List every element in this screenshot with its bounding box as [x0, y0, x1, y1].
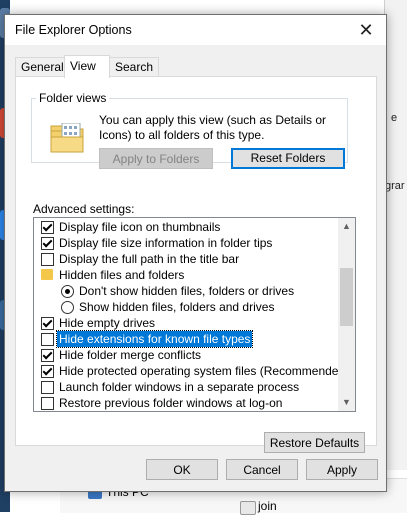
- restore-defaults-button[interactable]: Restore Defaults: [264, 432, 365, 453]
- vertical-scrollbar[interactable]: ▲ ▼: [338, 218, 355, 411]
- file-item-join[interactable]: join: [258, 499, 277, 513]
- ok-button[interactable]: OK: [146, 459, 218, 480]
- close-icon[interactable]: ✕: [346, 15, 386, 45]
- setting-checkbox[interactable]: [41, 381, 54, 394]
- folder-views-group: Folder views You can apply this view (su…: [31, 91, 348, 169]
- setting-row[interactable]: Hidden files and folders: [34, 267, 338, 283]
- setting-radio[interactable]: [61, 285, 74, 298]
- tab-view[interactable]: View: [64, 55, 110, 78]
- setting-checkbox[interactable]: [41, 317, 54, 330]
- tab-search[interactable]: Search: [109, 57, 160, 76]
- setting-row[interactable]: Display the full path in the title bar: [34, 251, 338, 267]
- setting-label: Hide extensions for known file types: [55, 330, 254, 348]
- background-text: grar: [385, 180, 405, 192]
- scroll-up-icon[interactable]: ▲: [338, 218, 355, 235]
- setting-row[interactable]: Display file size information in folder …: [34, 235, 338, 251]
- setting-row[interactable]: Hide folder merge conflicts: [34, 347, 338, 363]
- setting-checkbox[interactable]: [41, 349, 54, 362]
- setting-label: Don't show hidden files, folders or driv…: [79, 284, 295, 298]
- apply-button[interactable]: Apply: [306, 459, 378, 480]
- setting-row[interactable]: Restore previous folder windows at log-o…: [34, 395, 338, 411]
- setting-row[interactable]: Don't show hidden files, folders or driv…: [34, 283, 338, 299]
- scroll-thumb[interactable]: [340, 268, 353, 326]
- setting-row[interactable]: Hide empty drives: [34, 315, 338, 331]
- scroll-down-icon[interactable]: ▼: [338, 394, 355, 411]
- setting-label: Hidden files and folders: [59, 268, 185, 282]
- folder-icon: [41, 269, 53, 280]
- setting-label: Display the full path in the title bar: [59, 252, 240, 266]
- setting-checkbox[interactable]: [41, 397, 54, 410]
- reset-folders-button[interactable]: Reset Folders: [231, 148, 345, 169]
- apply-to-folders-button[interactable]: Apply to Folders: [99, 148, 213, 169]
- advanced-settings-rows: Display file icon on thumbnails Display f…: [34, 219, 349, 411]
- setting-checkbox[interactable]: [41, 365, 54, 378]
- setting-row[interactable]: Hide extensions for known file types: [34, 330, 338, 348]
- setting-label: Restore previous folder windows at log-o…: [59, 396, 283, 410]
- setting-row[interactable]: Launch folder windows in a separate proc…: [34, 379, 338, 395]
- file-icon: [240, 501, 256, 515]
- setting-checkbox[interactable]: [41, 221, 54, 234]
- setting-row[interactable]: Hide protected operating system files (R…: [34, 363, 349, 379]
- setting-label: Hide protected operating system files (R…: [59, 364, 350, 378]
- setting-checkbox[interactable]: [41, 253, 54, 266]
- cancel-button[interactable]: Cancel: [226, 459, 298, 480]
- folder-view-icon: [50, 123, 84, 153]
- setting-checkbox[interactable]: [41, 237, 54, 250]
- dialog-title: File Explorer Options: [15, 23, 132, 37]
- setting-row[interactable]: Display file icon on thumbnails: [34, 219, 338, 235]
- setting-label: Display file size information in folder …: [59, 236, 273, 250]
- setting-label: Show hidden files, folders and drives: [79, 300, 275, 314]
- advanced-settings-list[interactable]: Display file icon on thumbnails Display f…: [33, 217, 356, 412]
- setting-checkbox[interactable]: [41, 333, 54, 346]
- tab-general[interactable]: General: [15, 57, 70, 76]
- setting-label: Launch folder windows in a separate proc…: [59, 380, 300, 394]
- title-bar[interactable]: File Explorer Options ✕: [5, 15, 386, 45]
- folder-views-legend: Folder views: [39, 91, 107, 105]
- advanced-settings-label: Advanced settings:: [33, 202, 135, 216]
- background-text: e: [391, 112, 398, 124]
- setting-label: Display file icon on thumbnails: [59, 220, 221, 234]
- file-explorer-options-dialog: File Explorer Options ✕ General View Sea…: [4, 14, 387, 492]
- setting-label: Hide empty drives: [59, 316, 156, 330]
- folder-views-description: You can apply this view (such as Details…: [99, 113, 327, 142]
- setting-label: Hide folder merge conflicts: [59, 348, 202, 362]
- background-window-right: e grar: [384, 0, 407, 470]
- view-tab-panel: Folder views You can apply this view (su…: [15, 76, 377, 453]
- setting-radio[interactable]: [61, 301, 74, 314]
- setting-row[interactable]: Show hidden files, folders and drives: [34, 299, 338, 315]
